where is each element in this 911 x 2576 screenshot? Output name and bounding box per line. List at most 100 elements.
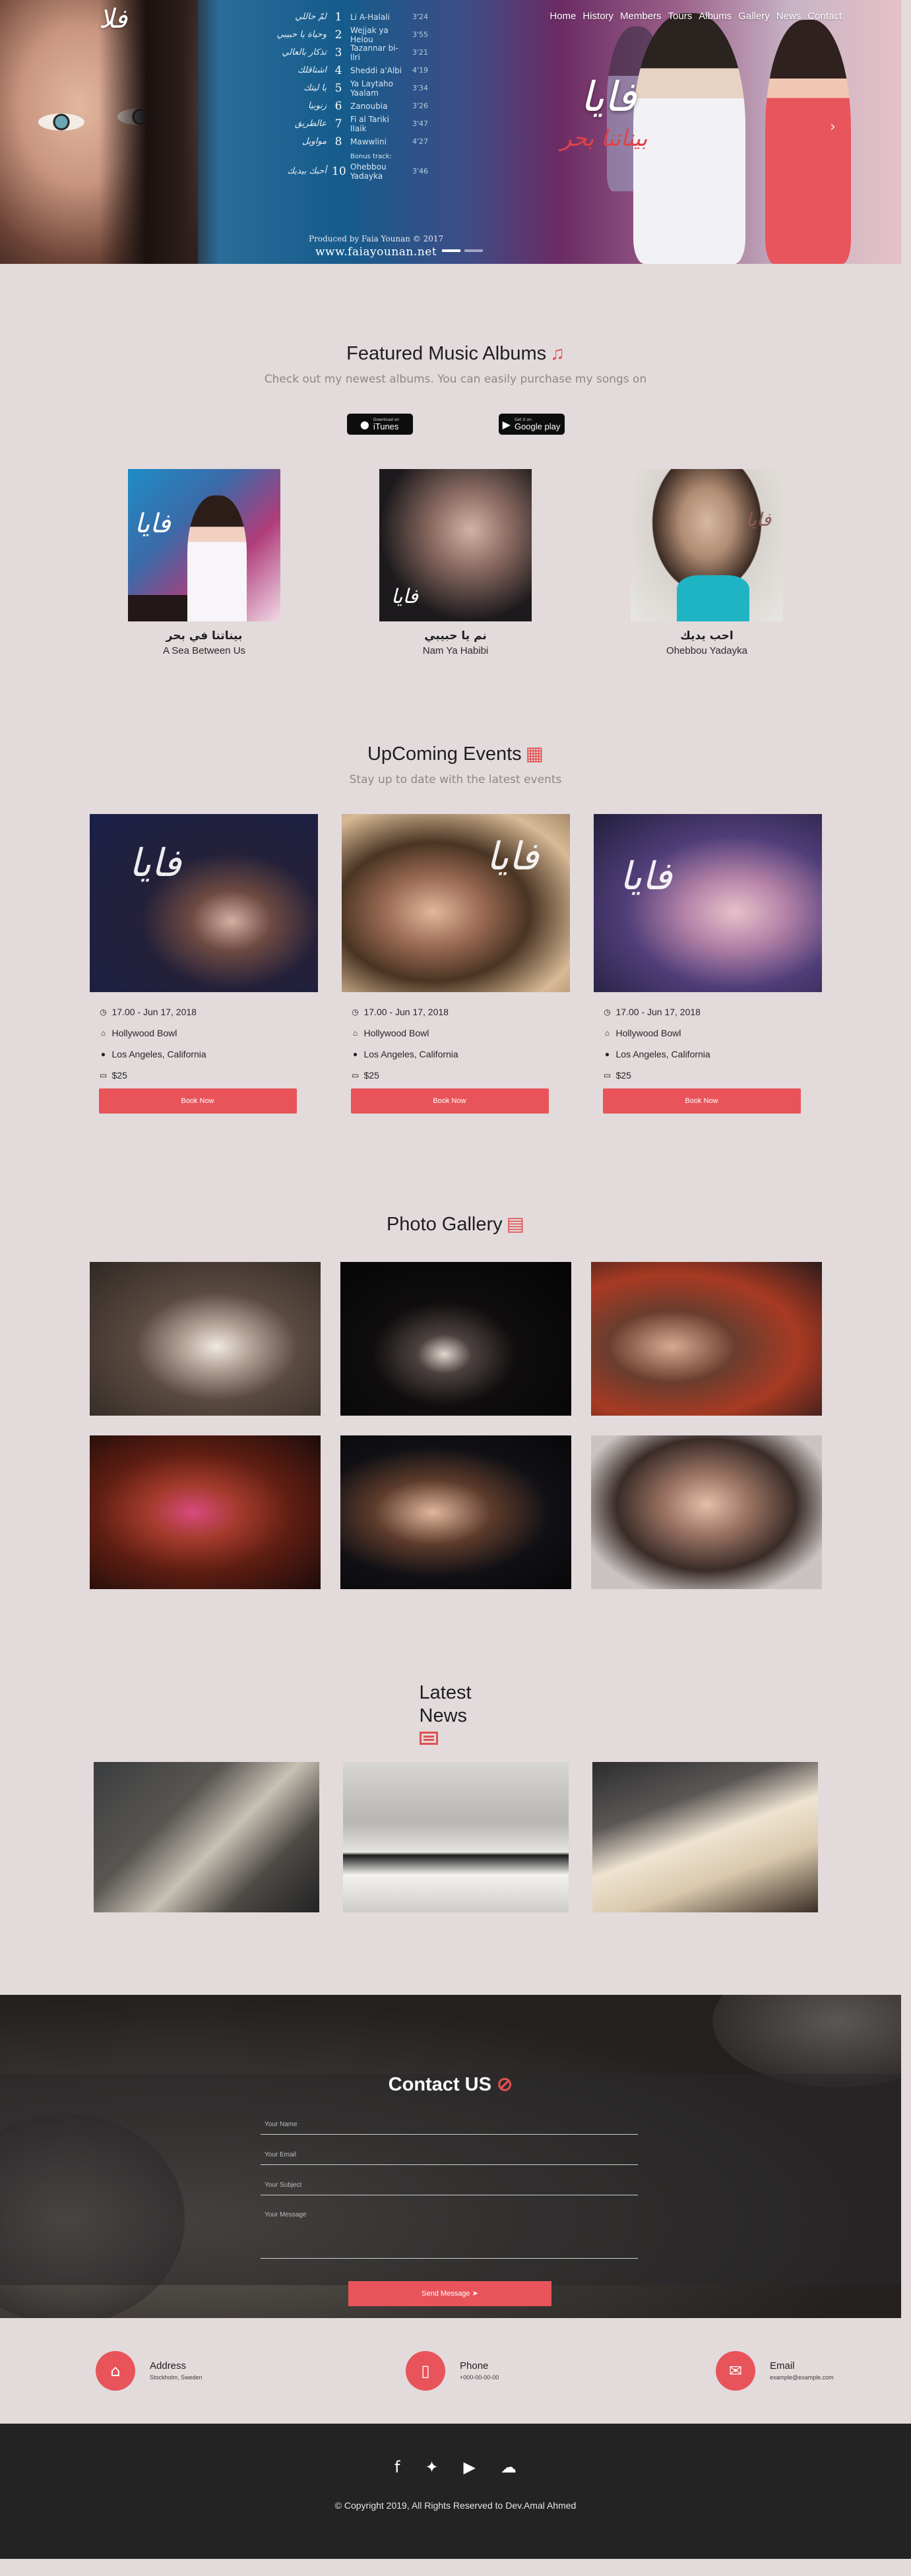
gallery-grid (0, 1262, 911, 1589)
produced-by: Produced by Faia Younan © 2017 (309, 234, 444, 243)
carousel-indicators[interactable] (442, 249, 483, 252)
carousel-dot-active[interactable] (442, 249, 460, 252)
event-card: فايا ◷ 17.00 - Jun 17, 2018 ⌂ Hollywood Bo… (89, 814, 318, 1114)
envelope-icon: ✉ (716, 2350, 755, 2391)
event-card: فايا ◷ 17.00 - Jun 17, 2018 ⌂ Hollywood Bo… (341, 814, 570, 1114)
facebook-icon[interactable]: f (394, 2458, 400, 2476)
album-cover[interactable]: فايا (631, 469, 783, 621)
nav-home[interactable]: Home (550, 11, 576, 22)
nav-gallery[interactable]: Gallery (738, 11, 770, 22)
track-row: تذكار بالعالي 3 Tazannar bi-llri 3'21 (282, 43, 429, 62)
message-field[interactable] (261, 2205, 638, 2259)
hero-banner: فلا لمّ حاللي 1 Li A-Halali 3'24 وحياة ي… (0, 0, 901, 264)
latest-news-section: Latest News (0, 1589, 911, 1912)
album-title-ar: احب يديك (680, 629, 734, 643)
news-grid (0, 1761, 911, 1912)
event-grid: فايا ◷ 17.00 - Jun 17, 2018 ⌂ Hollywood Bo… (0, 814, 911, 1114)
nav-news[interactable]: News (776, 11, 801, 22)
news-image[interactable] (93, 1761, 319, 1912)
album-tracklist: لمّ حاللي 1 Li A-Halali 3'24 وحياة يا حب… (261, 8, 439, 181)
gallery-photo[interactable] (89, 1262, 321, 1416)
contact-form (261, 2114, 638, 2269)
event-location: Los Angeles, California (363, 1049, 458, 1059)
itunes-button[interactable]: ● Download on iTunes (346, 414, 413, 435)
google-play-button[interactable]: ▶ Get it on Google play (498, 414, 565, 435)
book-now-button[interactable]: Book Now (350, 1088, 549, 1114)
album-card[interactable]: فايا بيناتنا في بحر A Sea Between Us (128, 469, 280, 656)
send-message-button[interactable]: Send Message ➤ (348, 2280, 551, 2306)
event-image[interactable]: فايا (89, 814, 318, 992)
news-image[interactable] (342, 1761, 569, 1912)
clock-icon: ◷ (604, 1007, 611, 1017)
event-price: $25 (615, 1070, 631, 1081)
event-time: 17.00 - Jun 17, 2018 (615, 1007, 701, 1017)
track-row: وحياة يا حبيبي 2 Wejjak ya Helou 3'55 (276, 25, 429, 44)
gallery-photo[interactable] (340, 1262, 571, 1416)
album-card[interactable]: فايا نم يا حبيبي Nam Ya Habibi (379, 469, 532, 656)
event-location: Los Angeles, California (111, 1049, 206, 1059)
upcoming-events-section: UpComing Events ▦ Stay up to date with th… (0, 656, 911, 1114)
nav-history[interactable]: History (582, 11, 613, 22)
copyright-text: © Copyright 2019, All Rights Reserved to… (334, 2499, 577, 2511)
map-marker-icon: ● (352, 1050, 358, 1059)
event-venue: Hollywood Bowl (363, 1028, 429, 1038)
chevron-right-icon[interactable]: › (830, 119, 836, 135)
event-image[interactable]: فايا (341, 814, 570, 992)
book-now-button[interactable]: Book Now (602, 1088, 801, 1114)
subject-field[interactable] (261, 2175, 638, 2195)
email-field[interactable] (261, 2145, 638, 2165)
photo-gallery-section: Photo Gallery ▤ (0, 1114, 911, 1589)
event-price: $25 (363, 1070, 379, 1081)
track-row: اشتاقلك 4 Sheddi a'Albi 4'19 (298, 63, 429, 77)
address-info: ⌂ Address Stockholm, Sweden (96, 2350, 406, 2391)
gallery-photo[interactable] (590, 1435, 822, 1589)
event-time: 17.00 - Jun 17, 2018 (363, 1007, 449, 1017)
album-title-en: Nam Ya Habibi (422, 645, 489, 656)
nav-contact[interactable]: Contact (807, 11, 842, 22)
site-logo[interactable]: فلا (99, 4, 127, 34)
album-card[interactable]: فايا احب يديك Ohebbou Yadayka (631, 469, 783, 656)
soundcloud-icon[interactable]: ☁ (501, 2458, 517, 2476)
paperclip-icon: ⊘ (497, 2073, 513, 2095)
map-marker-icon: ● (604, 1050, 610, 1059)
album-cover[interactable]: فايا (379, 469, 532, 621)
email-info: ✉ Email example@example.com (716, 2350, 848, 2391)
track-row: مواويل 8 Mawwlini 4'27 (301, 135, 429, 148)
track-row: زنوبيا 6 Zanoubia 3'26 (307, 99, 429, 113)
event-image[interactable]: فايا (593, 814, 822, 992)
news-image[interactable] (592, 1761, 818, 1912)
money-icon: ▭ (351, 1071, 360, 1080)
store-buttons: ● Download on iTunes ▶ Get it on Google … (0, 414, 911, 435)
section-title: UpComing Events ▦ (367, 743, 544, 765)
album-cover[interactable]: فايا (128, 469, 280, 621)
track-row: يا ليتك 5 Ya Laytaho Yaalam 3'34 (303, 79, 429, 98)
nav-tours[interactable]: Tours (668, 11, 693, 22)
youtube-icon[interactable]: ▶ (464, 2458, 476, 2476)
gallery-photo[interactable] (340, 1435, 571, 1589)
contact-info: ⌂ Address Stockholm, Sweden ▯ Phone +000… (0, 2318, 911, 2424)
event-venue: Hollywood Bowl (111, 1028, 177, 1038)
gallery-photo[interactable] (590, 1262, 822, 1416)
twitter-icon[interactable]: ✦ (425, 2458, 438, 2476)
calendar-icon: ▦ (525, 743, 544, 765)
section-title: Photo Gallery ▤ (386, 1214, 525, 1235)
phone-info: ▯ Phone +000-00-00-00 (406, 2350, 716, 2391)
event-location: Los Angeles, California (615, 1049, 710, 1059)
track-row: Bonus track: (350, 152, 392, 160)
track-row: عالطريق 7 Fi al Tariki Ilaik 3'47 (295, 114, 429, 133)
home-icon: ⌂ (604, 1028, 610, 1038)
money-icon: ▭ (99, 1071, 108, 1080)
home-icon: ⌂ (100, 1028, 106, 1038)
album-grid: فايا بيناتنا في بحر A Sea Between Us فاي… (0, 469, 911, 656)
hero-website: www.faiayounan.net (315, 245, 437, 259)
hero-album-subtitle: بيناتنا بحر (561, 125, 648, 152)
carousel-dot[interactable] (464, 249, 483, 252)
album-title-en: A Sea Between Us (162, 645, 246, 656)
nav-albums[interactable]: Albums (699, 11, 732, 22)
nav-members[interactable]: Members (620, 11, 662, 22)
event-card: فايا ◷ 17.00 - Jun 17, 2018 ⌂ Hollywood Bo… (593, 814, 822, 1114)
book-now-button[interactable]: Book Now (98, 1088, 297, 1114)
gallery-photo[interactable] (89, 1435, 321, 1589)
contact-section: Contact US ⊘ Send Message ➤ (0, 1994, 901, 2318)
name-field[interactable] (261, 2114, 638, 2135)
